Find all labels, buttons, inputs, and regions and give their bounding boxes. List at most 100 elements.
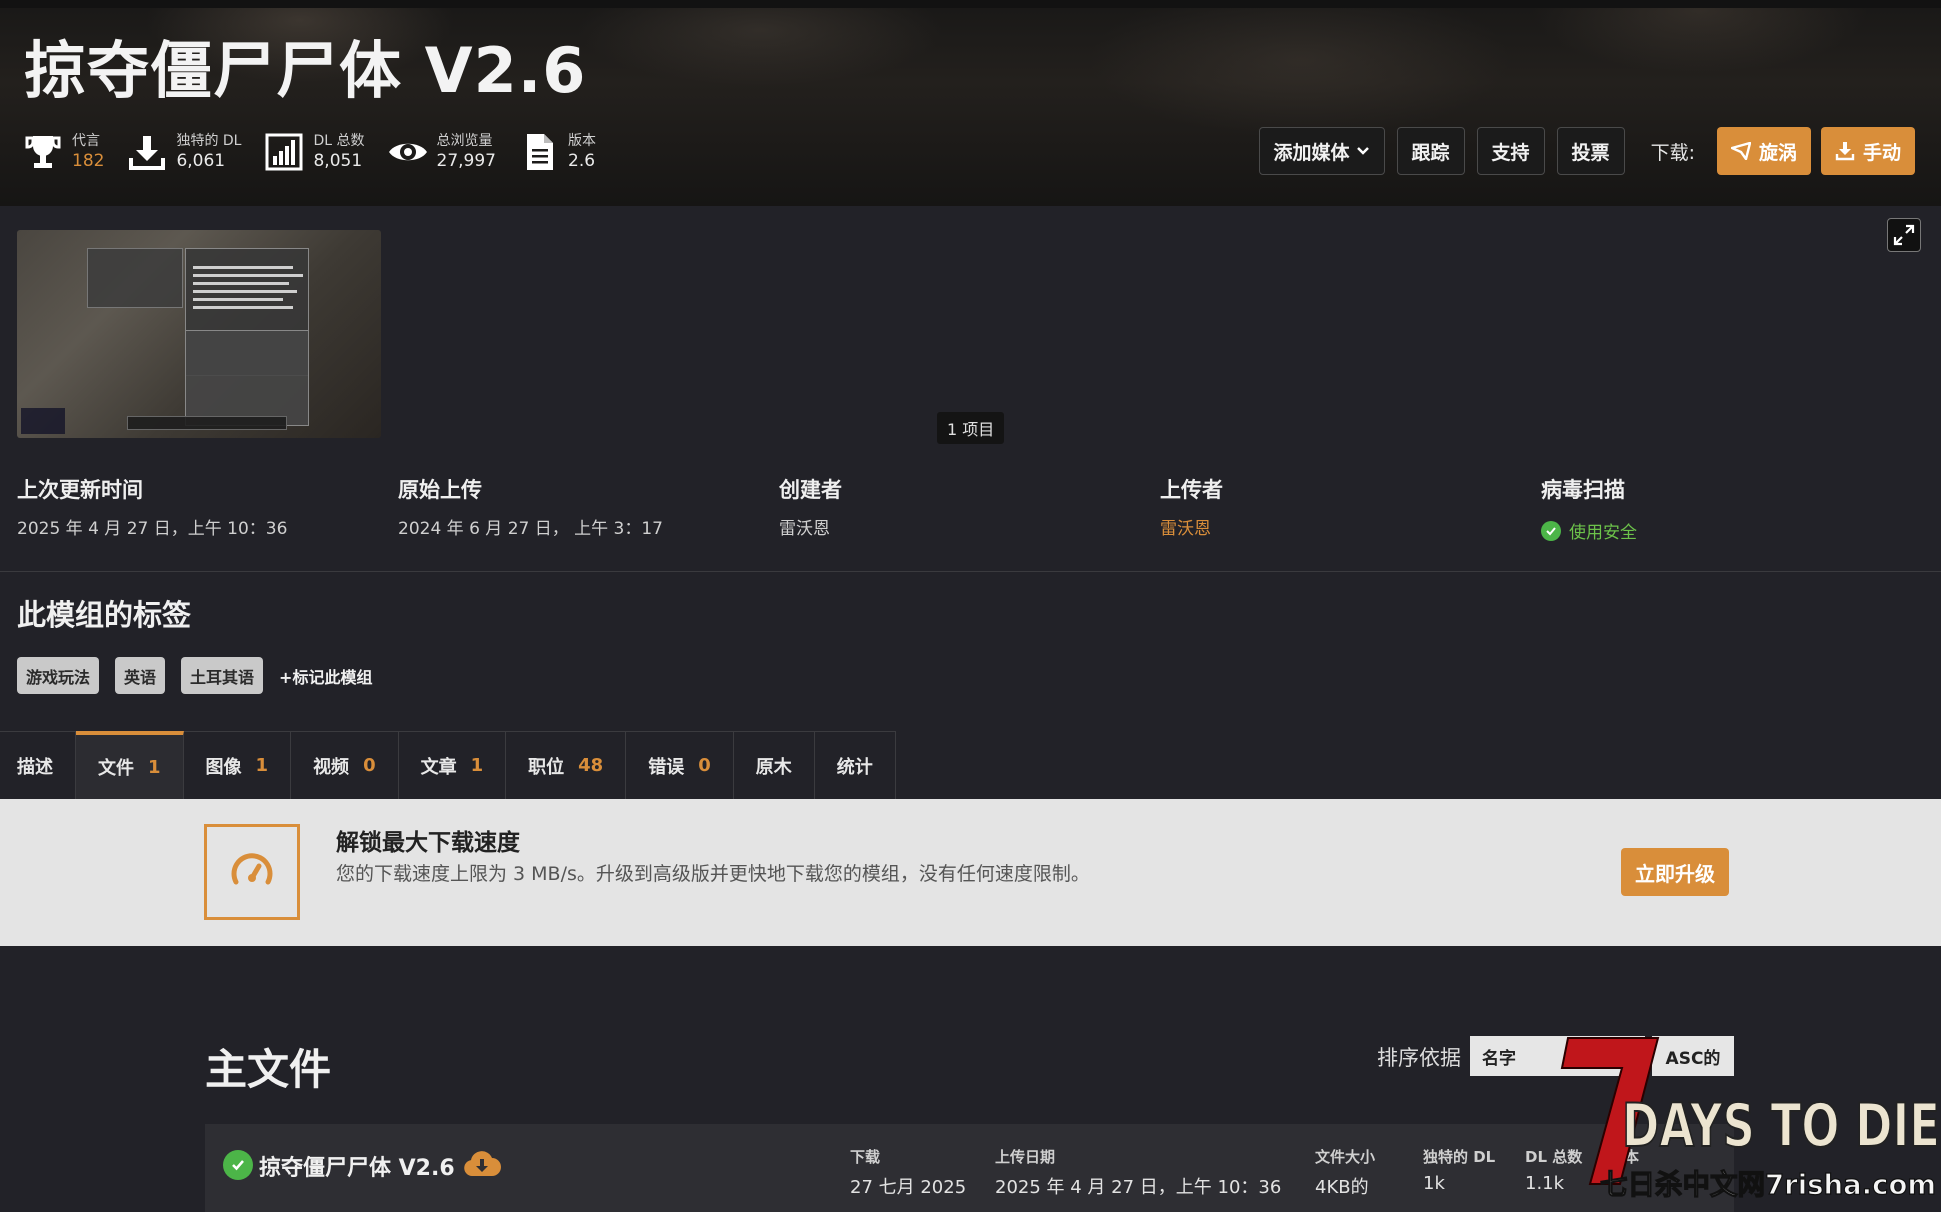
manual-download-button[interactable]: 手动 xyxy=(1820,127,1915,175)
file-col-value: 2025 年 4 月 27 日，上午 10：36 xyxy=(995,1177,1282,1198)
speedometer-icon xyxy=(204,824,300,920)
meta-uploader: 上传者 雷沃恩 xyxy=(1160,474,1223,539)
tab-label: 原木 xyxy=(755,756,792,778)
tab-count: 0 xyxy=(698,755,711,776)
stat-endorsements: 代言 182 xyxy=(22,131,104,173)
file-col-value: 4KB的 xyxy=(1315,1177,1369,1198)
upgrade-now-button[interactable]: 立即升级 xyxy=(1621,848,1729,896)
meta-value: 2025 年 4 月 27 日，上午 10：36 xyxy=(17,519,288,539)
tag-english[interactable]: 英语 xyxy=(115,657,166,694)
stat-unique-downloads: 独特的 DL 6,061 xyxy=(126,131,241,173)
tab-stats[interactable]: 统计 xyxy=(814,731,896,799)
meta-virus-scan: 病毒扫描 使用安全 xyxy=(1541,474,1637,543)
add-media-button[interactable]: 添加媒体 xyxy=(1258,127,1385,175)
stat-total-downloads: DL 总数 8,051 xyxy=(263,131,365,173)
file-name[interactable]: 掠夺僵尸尸体 V2.6 xyxy=(259,1150,455,1182)
virus-scan-label: 使用安全 xyxy=(1569,523,1637,543)
tab-count: 0 xyxy=(363,755,376,776)
tag-gameplay[interactable]: 游戏玩法 xyxy=(17,657,100,694)
premium-promo-banner: 解锁最大下载速度 您的下载速度上限为 3 MB/s。升级到高级版并更快地下载您的… xyxy=(0,799,1941,946)
tab-label: 文件 xyxy=(98,758,134,779)
tab-posts[interactable]: 职位 48 xyxy=(506,731,627,799)
meta-label: 原始上传 xyxy=(398,478,482,502)
svg-text:七日杀中文网7risha.com: 七日杀中文网7risha.com xyxy=(1600,1168,1936,1201)
gallery-thumbnail[interactable] xyxy=(17,230,381,438)
stat-label: 版本 xyxy=(568,133,596,149)
promo-title: 解锁最大下载速度 xyxy=(336,830,520,856)
main-files-title: 主文件 xyxy=(205,1045,332,1094)
promo-text: 您的下载速度上限为 3 MB/s。升级到高级版并更快地下载您的模组，没有任何速度… xyxy=(336,863,1090,885)
stat-value: 27,997 xyxy=(436,151,496,171)
tab-images[interactable]: 图像 1 xyxy=(183,731,292,799)
vote-button[interactable]: 投票 xyxy=(1556,127,1625,175)
tab-videos[interactable]: 视频 0 xyxy=(291,731,399,799)
manual-label: 手动 xyxy=(1862,141,1901,164)
trophy-icon xyxy=(22,131,64,173)
add-tag-button[interactable]: +标记此模组 xyxy=(279,664,372,688)
meta-label: 上传者 xyxy=(1160,478,1223,502)
uploader-link[interactable]: 雷沃恩 xyxy=(1160,514,1223,539)
mod-meta: 上次更新时间 2025 年 4 月 27 日，上午 10：36 原始上传 202… xyxy=(0,474,1941,572)
tab-label: 视频 xyxy=(313,756,350,778)
file-col-label: 上传日期 xyxy=(995,1148,1056,1166)
tag-turkish[interactable]: 土耳其语 xyxy=(181,657,264,694)
meta-value: 2024 年 6 月 27 日， 上午 3：17 xyxy=(398,519,663,539)
tab-label: 错误 xyxy=(648,756,685,778)
file-col-label: 下载 xyxy=(850,1148,881,1166)
stats-bar: 代言 182 独特的 DL 6,061 DL 总数 8,051 总浏览量 27,… xyxy=(22,128,618,176)
meta-last-updated: 上次更新时间 2025 年 4 月 27 日，上午 10：36 xyxy=(17,474,287,539)
stat-value: 182 xyxy=(72,151,105,171)
file-row[interactable]: 掠夺僵尸尸体 V2.6 下载 27 七月 2025 上传日期 2025 年 4 … xyxy=(205,1124,1734,1212)
support-button[interactable]: 支持 xyxy=(1476,127,1545,175)
mod-title: 掠夺僵尸尸体 V2.6 xyxy=(24,34,587,107)
add-media-label: 添加媒体 xyxy=(1273,141,1350,164)
header-actions: 添加媒体 跟踪 支持 投票 下载: 旋涡 手动 xyxy=(1247,127,1915,175)
file-size-col: 文件大小 4KB的 xyxy=(1315,1146,1375,1199)
meta-label: 创建者 xyxy=(779,478,842,502)
download-icon xyxy=(1835,142,1855,161)
check-circle-icon xyxy=(223,1150,253,1180)
tab-description[interactable]: 描述 xyxy=(0,731,76,799)
meta-original-upload: 原始上传 2024 年 6 月 27 日， 上午 3：17 xyxy=(398,474,663,539)
file-col-label: 文件大小 xyxy=(1315,1148,1376,1166)
file-col-value: 1k xyxy=(1423,1173,1445,1194)
tab-label: 文章 xyxy=(420,756,457,778)
file-unique-dl-col: 独特的 DL 1k xyxy=(1423,1146,1495,1194)
file-col-value: 27 七月 2025 xyxy=(850,1177,967,1198)
chevron-down-icon xyxy=(1356,147,1369,155)
document-icon xyxy=(518,131,560,173)
tag-list: 游戏玩法 英语 土耳其语 +标记此模组 xyxy=(17,657,372,694)
eye-icon xyxy=(387,131,429,173)
stat-label: 独特的 DL xyxy=(176,133,242,149)
svg-text:DAYS TO DIE: DAYS TO DIE xyxy=(1622,1091,1940,1161)
gallery-item-count: 1 项目 xyxy=(937,412,1005,444)
download-label: 下载: xyxy=(1650,141,1695,164)
vortex-download-button[interactable]: 旋涡 xyxy=(1716,127,1811,175)
stat-value: 2.6 xyxy=(568,151,596,171)
download-icon xyxy=(126,131,168,173)
stat-value: 6,061 xyxy=(176,151,226,171)
track-button[interactable]: 跟踪 xyxy=(1396,127,1465,175)
check-circle-icon xyxy=(1541,520,1561,541)
tab-label: 图像 xyxy=(205,756,242,778)
tab-count: 1 xyxy=(255,755,269,776)
meta-label: 上次更新时间 xyxy=(17,478,143,502)
tab-logs[interactable]: 原木 xyxy=(733,731,815,799)
fullscreen-expand-icon[interactable] xyxy=(1887,218,1921,252)
image-gallery: 1 项目 xyxy=(0,206,1941,456)
bar-chart-icon xyxy=(263,131,305,173)
sort-by-label: 排序依据 xyxy=(1377,1046,1461,1070)
tab-label: 职位 xyxy=(528,756,565,778)
stat-version: 版本 2.6 xyxy=(518,131,596,173)
tab-label: 统计 xyxy=(836,756,873,778)
stat-label: 代言 xyxy=(72,133,100,149)
vortex-icon xyxy=(1730,142,1751,160)
meta-label: 病毒扫描 xyxy=(1541,478,1625,502)
cloud-download-icon[interactable] xyxy=(463,1150,501,1182)
tab-articles[interactable]: 文章 1 xyxy=(398,731,507,799)
tab-files[interactable]: 文件 1 xyxy=(76,731,184,799)
tab-count: 48 xyxy=(578,755,604,776)
tab-count: 1 xyxy=(148,756,161,778)
site-watermark-logo: DAYS TO DIE 七日杀中文网7risha.com xyxy=(1560,1034,1941,1212)
tab-bugs[interactable]: 错误 0 xyxy=(626,731,734,799)
